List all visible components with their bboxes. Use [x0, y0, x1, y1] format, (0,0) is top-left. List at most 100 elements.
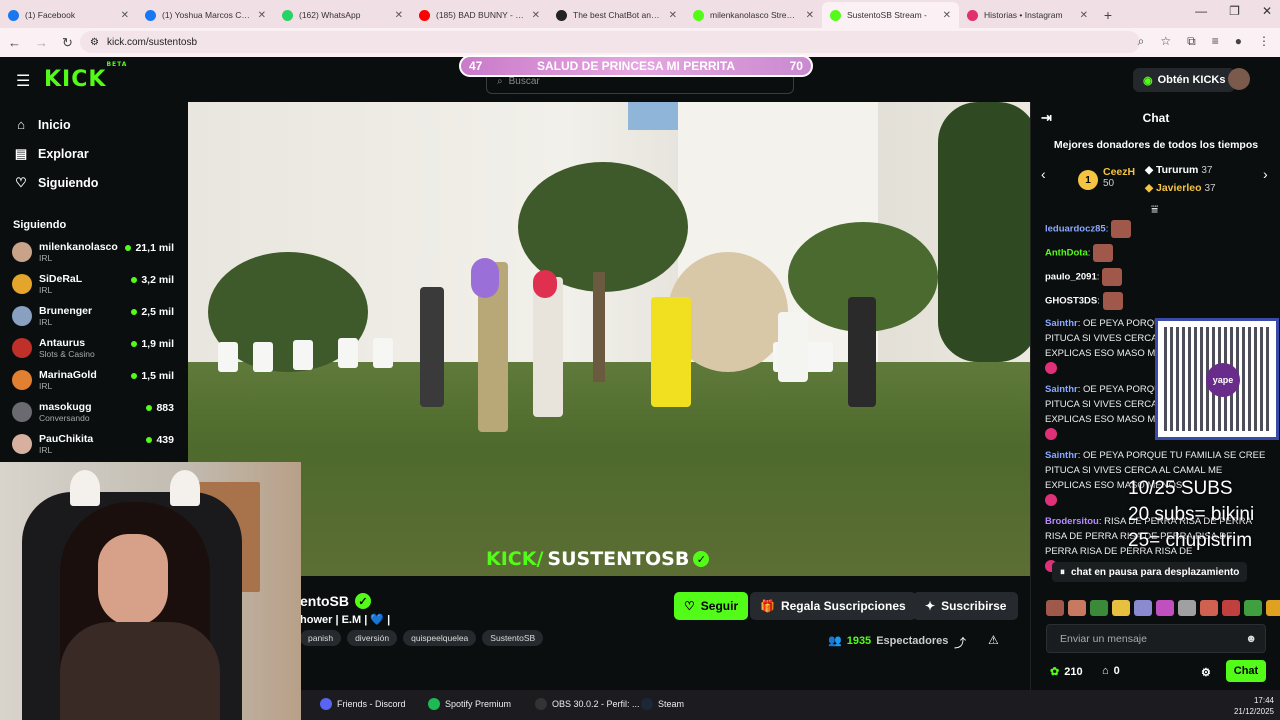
back-icon[interactable]: ← [8, 35, 21, 50]
taskbar-app[interactable]: Spotify Premium [428, 698, 511, 710]
maximize-icon[interactable]: ❐ [1229, 4, 1240, 18]
tag-chip[interactable]: panish [300, 630, 342, 646]
emote-icon[interactable] [1200, 600, 1218, 616]
emote-icon[interactable] [1134, 600, 1152, 616]
close-tab-icon[interactable]: ✕ [1080, 10, 1088, 21]
chat-username[interactable]: Sainthr [1045, 384, 1078, 395]
close-tab-icon[interactable]: ✕ [121, 10, 129, 21]
chat-message-input[interactable]: Enviar un mensaje ☻ [1046, 624, 1266, 653]
browser-tab[interactable]: The best ChatBot and Wi ✕ [548, 2, 685, 28]
close-tab-icon[interactable]: ✕ [943, 10, 951, 21]
hamburger-menu-icon[interactable]: ☰ [16, 71, 30, 91]
minimize-icon[interactable]: — [1195, 4, 1207, 18]
emote-icon[interactable] [1090, 600, 1108, 616]
nav-item-inicio[interactable]: ⌂ Inicio [0, 110, 188, 139]
filter-icon[interactable]: ⩸ [1151, 202, 1158, 217]
heart-emote-icon [1045, 428, 1057, 441]
followed-channel[interactable]: MarinaGold IRL 1,5 mil [0, 364, 188, 396]
report-icon[interactable]: ⚠ [988, 633, 999, 647]
donor-entry[interactable]: ◆ Tururum 37 [1145, 164, 1212, 176]
browser-tab[interactable]: Historias • Instagram ✕ [959, 2, 1096, 28]
kick-logo[interactable]: KICKBETA [44, 61, 127, 92]
followed-channel[interactable]: Antaurus Slots & Casino 1,9 mil [0, 332, 188, 364]
chat-username[interactable]: Sainthr [1045, 318, 1078, 329]
video-player[interactable]: KICK/SUSTENTOSB ✓ [188, 102, 1030, 576]
browser-tab[interactable]: (1) Yoshua Marcos CA | Fa ✕ [137, 2, 274, 28]
chat-username[interactable]: leduardocz85 [1045, 224, 1106, 235]
emote-icon[interactable] [1068, 600, 1086, 616]
share-icon[interactable]: ⤴ [954, 634, 966, 651]
user-avatar[interactable] [1228, 68, 1250, 90]
subscribe-button[interactable]: ✦ Suscribirse [913, 592, 1019, 620]
emoji-icon[interactable]: ☻ [1245, 633, 1257, 645]
send-chat-button[interactable]: Chat [1226, 660, 1266, 682]
follow-button[interactable]: ♡ Seguir [674, 592, 749, 620]
close-tab-icon[interactable]: ✕ [806, 10, 814, 21]
followed-channel[interactable]: milenkanolasco IRL 21,1 mil [0, 236, 188, 268]
gift-subs-button[interactable]: 🎁 Regala Suscripciones [750, 592, 916, 620]
menu-icon[interactable]: ⋮ [1258, 34, 1270, 49]
emote-icon [1102, 268, 1123, 286]
followed-channel[interactable]: PauChikita IRL 439 [0, 428, 188, 460]
browser-tab[interactable]: (1) Facebook ✕ [0, 2, 137, 28]
nav-item-siguiendo[interactable]: ♡ Siguiendo [0, 168, 188, 197]
channel-points[interactable]: ✿ 210 [1050, 665, 1083, 679]
emote-icon[interactable] [1244, 600, 1262, 616]
get-kicks-button[interactable]: ◉ Obtén KICKs [1133, 68, 1236, 92]
reload-icon[interactable]: ↻ [62, 35, 73, 51]
nav-item-explorar[interactable]: ▤ Explorar [0, 139, 188, 168]
extensions-icon[interactable]: ⧉ [1187, 34, 1196, 49]
followed-channel[interactable]: SiDeRaL IRL 3,2 mil [0, 268, 188, 300]
zoom-icon[interactable]: ⌕ [1138, 34, 1145, 49]
bookmark-star-icon[interactable]: ☆ [1160, 34, 1171, 49]
chevron-right-icon[interactable]: › [1263, 166, 1268, 182]
tag-chip[interactable]: SustentoSB [482, 630, 544, 646]
emote-icon[interactable] [1222, 600, 1240, 616]
forward-icon[interactable]: → [35, 35, 48, 50]
followed-channel[interactable]: Brunenger IRL 2,5 mil [0, 300, 188, 332]
chat-username[interactable]: Brodersitou [1045, 516, 1099, 527]
viewer-number: 21,1 mil [135, 242, 174, 254]
followed-channel[interactable]: masokugg Conversando 883 [0, 396, 188, 428]
gear-icon[interactable]: ⚙ [1201, 666, 1211, 679]
chat-username[interactable]: AnthDota [1045, 248, 1088, 259]
site-info-icon[interactable]: ⚙ [90, 37, 99, 48]
tag-chip[interactable]: diversión [347, 630, 398, 646]
emote-icon[interactable] [1266, 600, 1280, 616]
close-tab-icon[interactable]: ✕ [669, 10, 677, 21]
chat-username[interactable]: Sainthr [1045, 450, 1078, 461]
emote-icon[interactable] [1156, 600, 1174, 616]
close-window-icon[interactable]: ✕ [1262, 4, 1272, 18]
browser-tab[interactable]: milenkanolasco Stream - ✕ [685, 2, 822, 28]
emote-icon[interactable] [1112, 600, 1130, 616]
close-tab-icon[interactable]: ✕ [395, 10, 403, 21]
tab-title: milenkanolasco Stream - [710, 10, 800, 20]
chat-paused-indicator[interactable]: ⏸ chat en pausa para desplazamiento [1052, 562, 1248, 582]
taskbar-app[interactable]: OBS 30.0.2 - Perfil: ... [535, 698, 640, 710]
emote-icon[interactable] [1046, 600, 1064, 616]
taskbar-app[interactable]: Steam [641, 698, 684, 710]
donor-entry[interactable]: ◆ Javierleo 37 [1145, 182, 1216, 194]
channel-name: SiDeRaL [39, 272, 83, 285]
address-bar[interactable]: ⚙ kick.com/sustentosb [80, 31, 1140, 53]
taskbar-app[interactable]: Friends - Discord [320, 698, 406, 710]
close-tab-icon[interactable]: ✕ [258, 10, 266, 21]
new-tab-button[interactable]: + [1096, 2, 1120, 28]
emote-icon[interactable] [1178, 600, 1196, 616]
chat-username[interactable]: GHOST3DS [1045, 296, 1097, 307]
chat-counter[interactable]: ⌂ 0 [1102, 665, 1120, 677]
chevron-left-icon[interactable]: ‹ [1041, 166, 1046, 182]
browser-tab[interactable]: (162) WhatsApp ✕ [274, 2, 411, 28]
system-clock[interactable]: 17:44 21/12/2025 [1234, 695, 1274, 717]
close-tab-icon[interactable]: ✕ [532, 10, 540, 21]
donor-entry[interactable]: CeezH 50 [1103, 166, 1135, 189]
collapse-chat-icon[interactable]: ⇥ [1041, 110, 1052, 126]
channel-name[interactable]: entoSB ✓ [300, 593, 371, 609]
browser-tab[interactable]: SustentoSB Stream - ✕ [822, 2, 959, 28]
emote-icon [1102, 292, 1123, 310]
profile-icon[interactable]: ● [1235, 34, 1242, 49]
chat-username[interactable]: paulo_2091 [1045, 272, 1097, 283]
media-icon[interactable]: ≡ [1212, 34, 1219, 49]
browser-tab[interactable]: (185) BAD BUNNY - CALL ✕ [411, 2, 548, 28]
tag-chip[interactable]: quispeelquelea [403, 630, 477, 646]
